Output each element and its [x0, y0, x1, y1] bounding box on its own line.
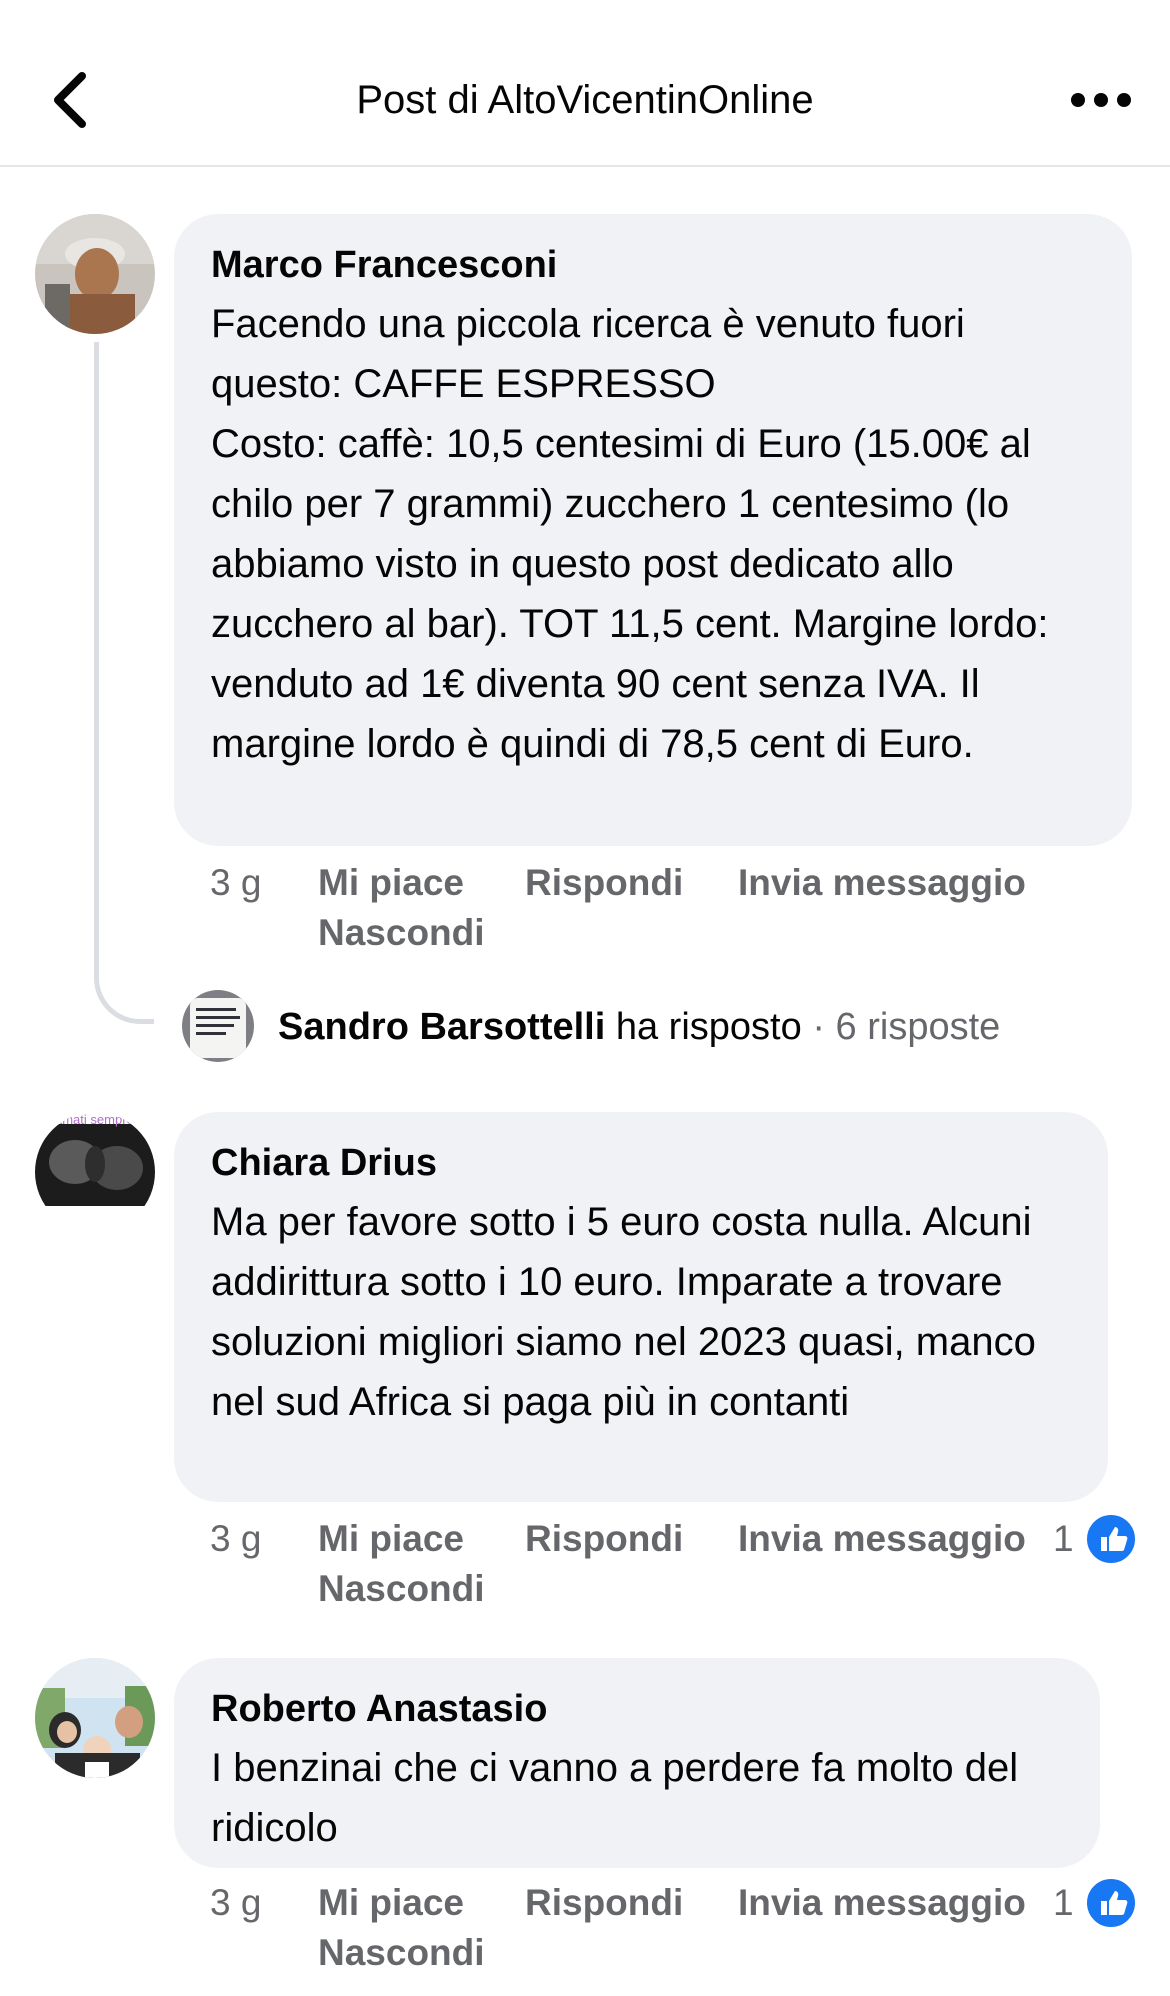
reply-button[interactable]: Rispondi — [525, 858, 683, 908]
reply-count[interactable]: 6 risposte — [836, 1006, 1001, 1048]
replies-summary-text[interactable]: Sandro Barsottelli ha risposto · 6 rispo… — [278, 1002, 1000, 1052]
avatar[interactable] — [35, 214, 155, 334]
reply-button[interactable]: Rispondi — [525, 1878, 683, 1928]
comment-author[interactable]: Marco Francesconi — [211, 240, 1094, 290]
reply-thread-line — [94, 342, 154, 1024]
send-message-button[interactable]: Invia messaggio — [738, 858, 1026, 908]
comment-text: Facendo una piccola ricerca è venuto fuo… — [211, 294, 1094, 774]
page-title: Post di AltoVicentinOnline — [356, 78, 814, 122]
comment-time: 3 g — [210, 1882, 262, 1923]
hide-button[interactable]: Nascondi — [318, 1928, 485, 1978]
comment-time: 3 g — [210, 1518, 262, 1559]
replies-summary[interactable]: Sandro Barsottelli ha risposto · 6 rispo… — [182, 990, 1082, 1064]
like-reaction-icon[interactable] — [1084, 1512, 1138, 1566]
comment-bubble[interactable]: Chiara Drius Ma per favore sotto i 5 eur… — [174, 1112, 1108, 1502]
reply-separator: · — [812, 1006, 825, 1048]
avatar[interactable] — [35, 1658, 155, 1778]
avatar-caption: amati sempre — [55, 1112, 134, 1127]
top-navigation-bar: Post di AltoVicentinOnline — [0, 0, 1170, 167]
reaction-count[interactable]: 1 — [1053, 1878, 1074, 1928]
more-options-button[interactable] — [1066, 80, 1136, 120]
comment-actions: 3 g Mi piace Rispondi Invia messaggio 1 … — [210, 1512, 1138, 1624]
send-message-button[interactable]: Invia messaggio — [738, 1514, 1026, 1564]
send-message-button[interactable]: Invia messaggio — [738, 1878, 1026, 1928]
comment-time: 3 g — [210, 862, 262, 903]
like-button[interactable]: Mi piace — [318, 858, 464, 908]
comment-text: Ma per favore sotto i 5 euro costa nulla… — [211, 1200, 1036, 1424]
comment-text: I benzinai che ci vanno a perdere fa mol… — [211, 1746, 1019, 1850]
avatar[interactable] — [182, 990, 254, 1062]
comment-bubble[interactable]: Marco Francesconi Facendo una piccola ri… — [174, 214, 1132, 846]
like-reaction-icon[interactable] — [1084, 1876, 1138, 1930]
comment-author[interactable]: Chiara Drius — [211, 1138, 1070, 1188]
reply-author[interactable]: Sandro Barsottelli — [278, 1006, 605, 1048]
more-horizontal-icon — [1071, 93, 1131, 107]
like-button[interactable]: Mi piace — [318, 1514, 464, 1564]
hide-button[interactable]: Nascondi — [318, 1564, 485, 1614]
comment-actions: 3 g Mi piace Rispondi Invia messaggio 1 … — [210, 1876, 1138, 1988]
avatar[interactable]: amati sempre — [35, 1112, 155, 1232]
comment-bubble[interactable]: Roberto Anastasio I benzinai che ci vann… — [174, 1658, 1100, 1868]
like-button[interactable]: Mi piace — [318, 1878, 464, 1928]
reply-verb: ha risposto — [615, 1006, 802, 1048]
hide-button[interactable]: Nascondi — [318, 908, 485, 958]
comment-actions: 3 g Mi piace Rispondi Invia messaggio Na… — [210, 858, 1110, 968]
comment-text-content: Facendo una piccola ricerca è venuto fuo… — [211, 302, 1049, 766]
reaction-count[interactable]: 1 — [1053, 1514, 1074, 1564]
reply-button[interactable]: Rispondi — [525, 1514, 683, 1564]
comment-author[interactable]: Roberto Anastasio — [211, 1684, 1062, 1734]
